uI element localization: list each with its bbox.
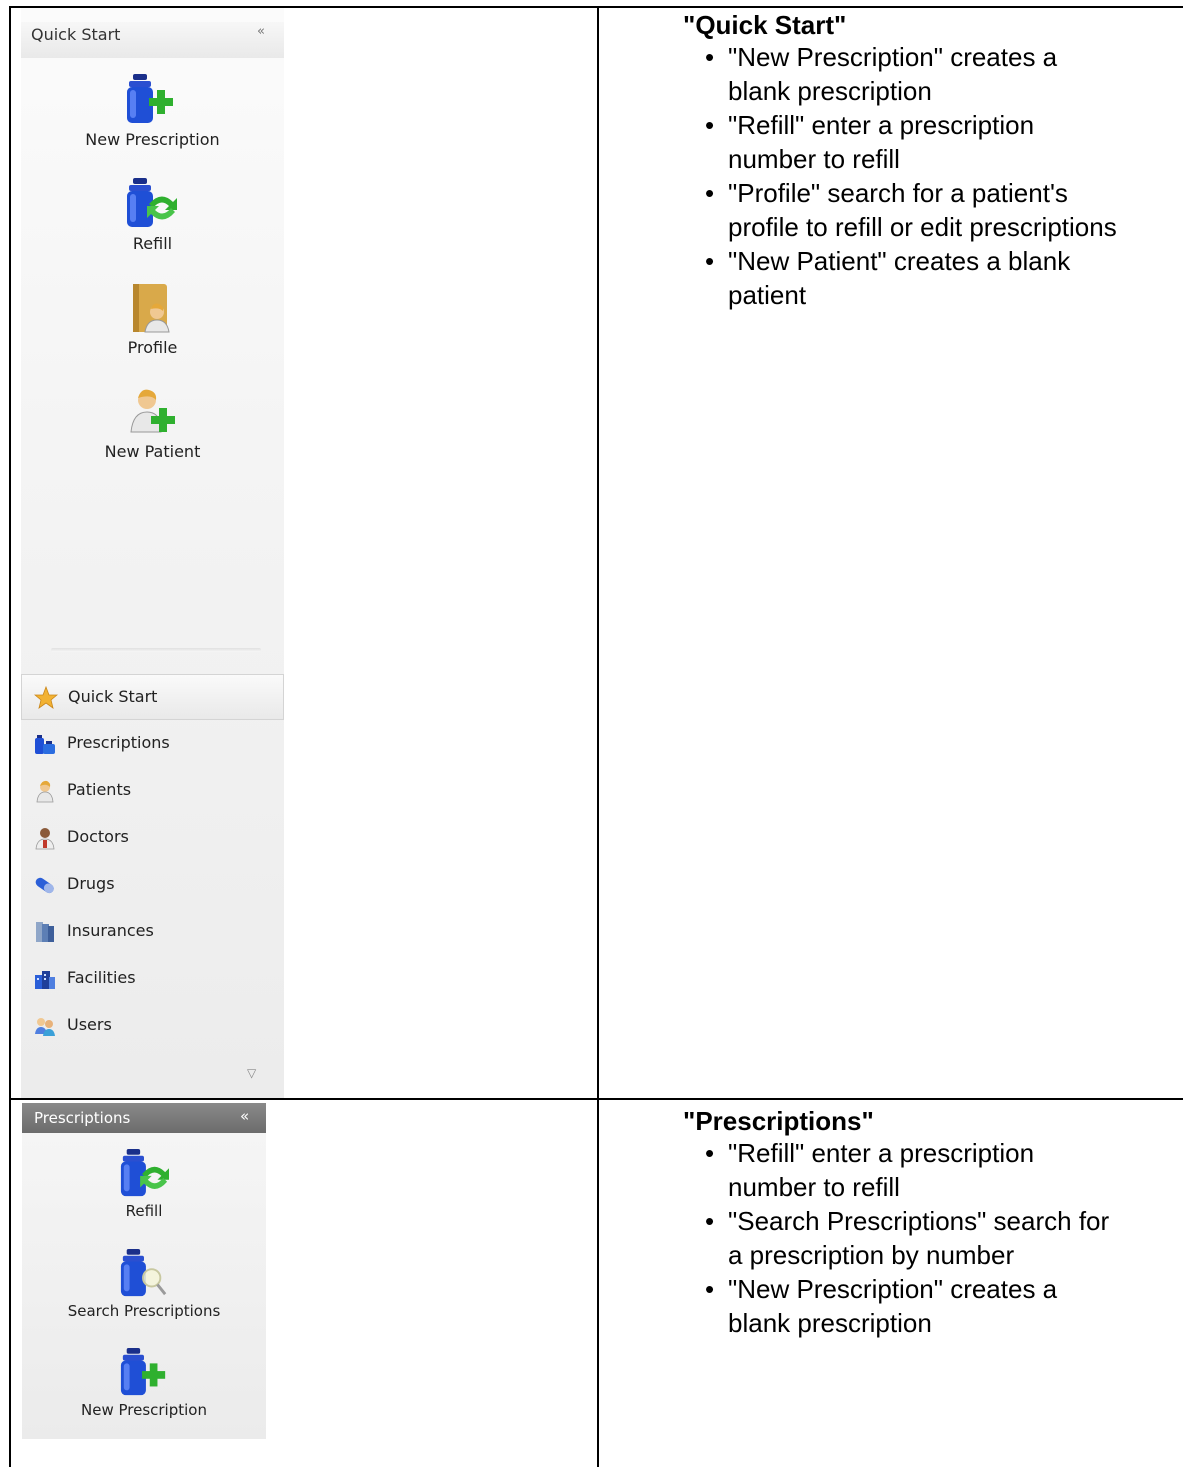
refill-icon (120, 1149, 169, 1197)
collapse-icon[interactable]: « (257, 24, 265, 39)
facilities-icon (35, 971, 55, 989)
section-heading: "Prescriptions" (683, 1106, 874, 1136)
search-prescriptions-icon (120, 1249, 167, 1297)
button-label: New Prescription (81, 1401, 207, 1419)
more-options-icon[interactable]: ▽ (247, 1066, 256, 1080)
new-prescription-icon (127, 74, 173, 123)
button-label: Profile (127, 338, 178, 357)
prescriptions-header: Prescriptions « (22, 1103, 266, 1133)
description-list: • "New Prescription" creates a blank presc… (683, 40, 1178, 312)
nav-label: Facilities (67, 968, 136, 987)
section-heading: "Quick Start" (683, 10, 847, 40)
button-label: Refill (125, 1202, 163, 1220)
nav-item-doctors[interactable]: Doctors (21, 815, 284, 861)
prescriptions-title: Prescriptions (34, 1109, 131, 1127)
description-list: • "Refill" enter a prescription number to … (683, 1136, 1178, 1340)
patients-icon (36, 780, 54, 803)
new-prescription-button[interactable]: New Prescription (21, 70, 284, 162)
prescriptions-icon (35, 735, 55, 754)
button-label: New Prescription (85, 130, 220, 149)
list-item: • "Profile" search for a patient's profile… (705, 178, 1117, 242)
button-label: New Patient (104, 442, 201, 461)
prescriptions-description: "Prescriptions" • "Refill" enter a prescr… (683, 1106, 1178, 1340)
nav-item-patients[interactable]: Patients (21, 768, 284, 814)
refill-button[interactable]: Refill (22, 1147, 266, 1239)
nav-label: Doctors (67, 827, 129, 846)
new-patient-icon (130, 389, 175, 433)
button-label: Refill (132, 234, 173, 253)
doctors-icon (35, 828, 55, 850)
nav-label: Quick Start (68, 687, 158, 706)
refill-icon (127, 178, 177, 227)
list-item: • "New Patient" creates a blank patient (705, 246, 1071, 310)
table-row-divider (9, 1098, 1183, 1100)
quick-start-panel: Quick Start « New Prescription Refill Pr… (21, 8, 284, 1098)
new-prescription-button[interactable]: New Prescription (22, 1346, 266, 1438)
nav-label: Drugs (67, 874, 115, 893)
profile-icon (133, 284, 170, 333)
nav-item-quick-start[interactable]: Quick Start (21, 674, 284, 720)
star-icon (34, 686, 58, 709)
list-item: • "Refill" enter a prescription number to … (705, 110, 1035, 174)
quick-start-description: "Quick Start" • "New Prescription" create… (683, 10, 1178, 312)
nav-item-facilities[interactable]: Facilities (21, 956, 284, 1002)
insurances-icon (36, 922, 54, 942)
nav-label: Insurances (67, 921, 154, 940)
nav-label: Users (67, 1015, 112, 1034)
new-prescription-icon (120, 1348, 166, 1396)
quick-start-title: Quick Start (31, 25, 121, 44)
nav-item-drugs[interactable]: Drugs (21, 862, 284, 908)
table-border-left (9, 6, 11, 1467)
nav-item-insurances[interactable]: Insurances (21, 909, 284, 955)
prescriptions-panel: Prescriptions « Refill Search Prescripti… (22, 1103, 266, 1439)
collapse-icon[interactable]: « (240, 1107, 249, 1125)
list-item: • "New Prescription" creates a blank presc… (705, 1274, 1058, 1338)
list-item: • "Search Prescriptions" search for a pres… (705, 1206, 1110, 1270)
list-item: • "Refill" enter a prescription number to … (705, 1138, 1035, 1202)
search-prescriptions-button[interactable]: Search Prescriptions (22, 1247, 266, 1339)
refill-button[interactable]: Refill (21, 174, 284, 266)
drugs-icon (35, 877, 54, 894)
users-icon (35, 1018, 55, 1036)
nav-item-users[interactable]: Users (21, 1003, 284, 1049)
list-item: • "New Prescription" creates a blank presc… (705, 42, 1058, 106)
nav-item-prescriptions[interactable]: Prescriptions (21, 721, 284, 767)
new-patient-button[interactable]: New Patient (21, 382, 284, 474)
nav-label: Patients (67, 780, 132, 799)
panel-separator (51, 648, 261, 652)
button-label: Search Prescriptions (67, 1302, 221, 1320)
nav-label: Prescriptions (67, 733, 170, 752)
profile-button[interactable]: Profile (21, 278, 284, 370)
table-border-middle (597, 6, 599, 1467)
